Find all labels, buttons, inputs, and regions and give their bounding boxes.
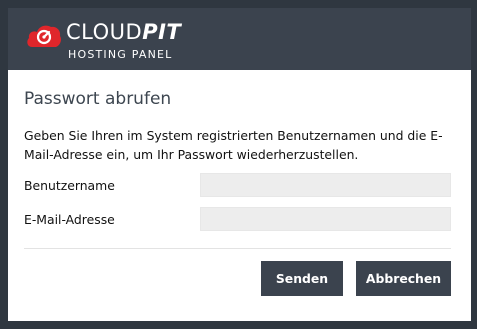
dialog-header: CLOUDPIT HOSTING PANEL bbox=[8, 8, 471, 70]
brand-subtitle: HOSTING PANEL bbox=[68, 48, 173, 61]
email-label: E-Mail-Adresse bbox=[24, 212, 115, 227]
brand-name-light: CLOUD bbox=[66, 20, 143, 44]
cloud-logo-icon bbox=[27, 25, 61, 47]
dialog-title: Passwort abrufen bbox=[24, 89, 172, 109]
email-field[interactable] bbox=[200, 207, 451, 231]
brand-name-bold: PIT bbox=[142, 20, 182, 44]
password-recovery-dialog: CLOUDPIT HOSTING PANEL Passwort abrufen … bbox=[8, 8, 471, 321]
cancel-button[interactable]: Abbrechen bbox=[356, 261, 451, 296]
send-button[interactable]: Senden bbox=[261, 261, 343, 296]
dialog-description: Geben Sie Ihren im System registrierten … bbox=[24, 128, 443, 162]
brand-name: CLOUDPIT bbox=[66, 21, 181, 43]
username-label: Benutzername bbox=[24, 178, 115, 193]
username-field[interactable] bbox=[200, 173, 451, 197]
divider bbox=[24, 248, 451, 249]
